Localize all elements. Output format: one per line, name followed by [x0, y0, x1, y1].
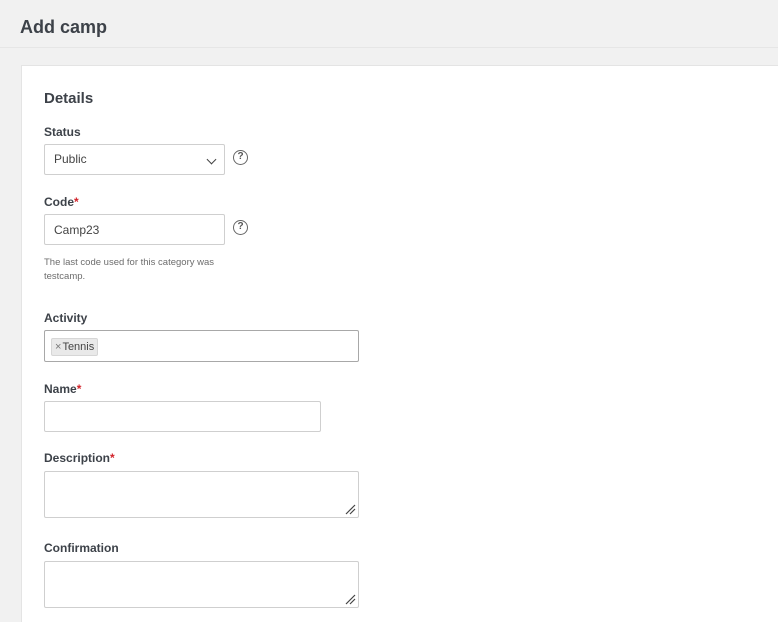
status-label: Status [44, 125, 81, 139]
required-mark: * [110, 451, 115, 465]
code-input[interactable] [44, 214, 225, 245]
code-label-text: Code [44, 195, 74, 209]
status-select-value: Public [54, 152, 87, 166]
resize-handle-icon[interactable] [345, 504, 356, 515]
name-label: Name* [44, 382, 81, 396]
description-textarea[interactable] [44, 471, 359, 518]
activity-multiselect[interactable]: ×Tennis [44, 330, 359, 362]
status-label-text: Status [44, 125, 81, 139]
status-select[interactable]: Public [44, 144, 225, 175]
confirmation-textarea[interactable] [44, 561, 359, 608]
code-label: Code* [44, 195, 79, 209]
code-hint: The last code used for this category was… [44, 257, 215, 282]
tag-remove-button[interactable]: × [55, 341, 61, 353]
details-card: Details Status Public ? Code* ? The last… [21, 65, 778, 622]
confirmation-label: Confirmation [44, 541, 119, 555]
activity-tag-label: Tennis [62, 341, 95, 353]
required-mark: * [74, 195, 79, 209]
description-label: Description* [44, 451, 115, 465]
page-title: Add camp [20, 17, 108, 37]
question-circle-icon[interactable]: ? [233, 220, 248, 235]
name-label-text: Name [44, 382, 77, 396]
activity-label: Activity [44, 311, 87, 325]
resize-handle-icon[interactable] [345, 594, 356, 605]
activity-label-text: Activity [44, 311, 88, 325]
name-input[interactable] [44, 401, 321, 432]
page-header: Add camp [0, 0, 778, 48]
section-title: Details [44, 90, 94, 107]
description-label-text: Description [44, 451, 111, 465]
confirmation-label-text: Confirmation [44, 541, 119, 555]
chevron-down-icon [206, 154, 217, 165]
question-circle-icon[interactable]: ? [233, 150, 248, 165]
required-mark: * [76, 382, 82, 396]
activity-tag: ×Tennis [51, 338, 99, 356]
